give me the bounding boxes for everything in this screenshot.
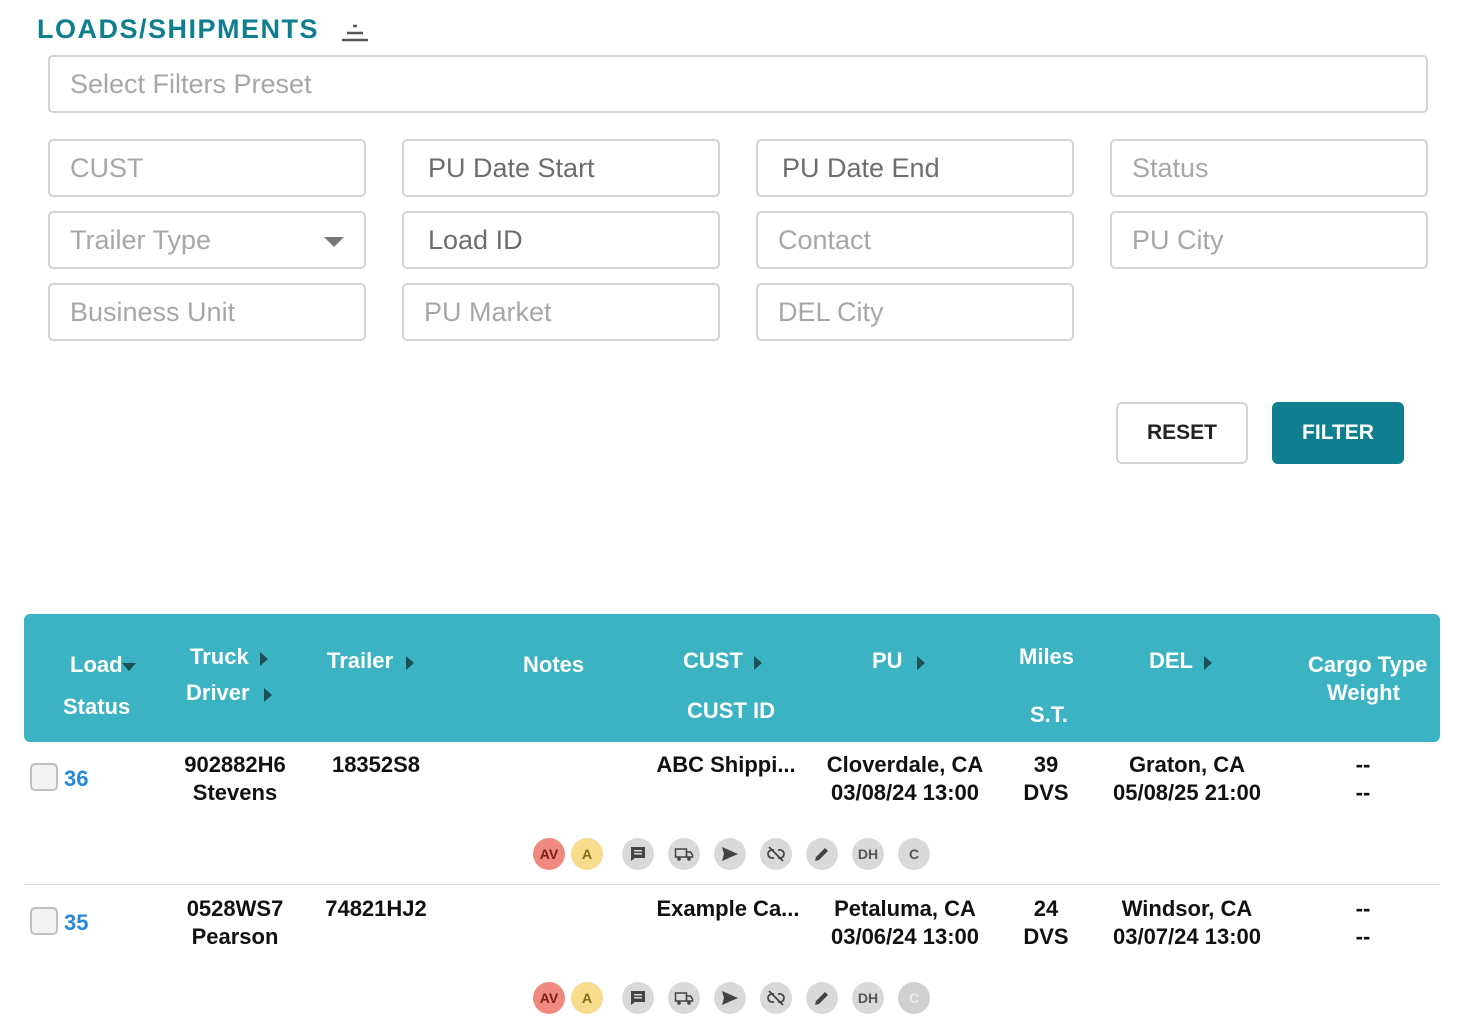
- av-badge[interactable]: AV: [533, 982, 565, 1014]
- header-notes: Notes: [523, 652, 585, 677]
- unlink-icon[interactable]: [760, 982, 792, 1014]
- load-id-link[interactable]: 36: [64, 766, 88, 792]
- pu-date-cell: 03/08/24 13:00: [830, 780, 980, 805]
- cust-filter-input[interactable]: CUST: [48, 139, 366, 197]
- header-truck[interactable]: Truck: [190, 644, 249, 670]
- header-cargo-type: Cargo Type: [1308, 652, 1428, 677]
- send-icon[interactable]: [714, 982, 746, 1014]
- expand-right-icon[interactable]: [264, 688, 272, 702]
- collapse-lines-icon[interactable]: [340, 22, 370, 44]
- trailer-cell: 74821HJ2: [325, 896, 427, 921]
- filter-button[interactable]: FILTER: [1272, 402, 1404, 464]
- pu-date-start-placeholder: PU Date Start: [428, 152, 595, 183]
- a-badge[interactable]: A: [571, 982, 603, 1014]
- pu-date-end-placeholder: PU Date End: [782, 152, 940, 183]
- business-unit-input[interactable]: Business Unit: [48, 283, 366, 341]
- pu-market-placeholder: PU Market: [424, 296, 552, 327]
- cust-cell: Example Ca...: [656, 896, 800, 921]
- business-unit-placeholder: Business Unit: [70, 296, 236, 327]
- header-load[interactable]: Load: [70, 652, 123, 678]
- pu-city-input[interactable]: PU City: [1110, 211, 1428, 269]
- header-driver[interactable]: Driver: [186, 680, 250, 706]
- pu-market-input[interactable]: PU Market: [402, 283, 720, 341]
- filter-preset-select[interactable]: Select Filters Preset: [48, 55, 1428, 113]
- status-filter-select[interactable]: Status: [1110, 139, 1428, 197]
- c-badge[interactable]: C: [898, 982, 930, 1014]
- header-cust-id: CUST ID: [687, 698, 775, 723]
- trailer-type-select[interactable]: Trailer Type: [48, 211, 366, 269]
- page-title: LOADS/SHIPMENTS: [37, 14, 320, 44]
- load-id-input[interactable]: Load ID: [402, 211, 720, 269]
- cust-cell: ABC Shippi...: [656, 752, 796, 777]
- weight-cell: --: [1355, 780, 1371, 805]
- pu-city-cell: Petaluma, CA: [834, 896, 976, 921]
- dh-badge[interactable]: DH: [852, 982, 884, 1014]
- header-pu[interactable]: PU: [872, 648, 903, 674]
- truck-icon[interactable]: [668, 982, 700, 1014]
- load-id-placeholder: Load ID: [428, 224, 523, 255]
- unlink-icon[interactable]: [760, 838, 792, 870]
- driver-cell: Pearson: [191, 924, 279, 949]
- st-cell: DVS: [1023, 780, 1069, 805]
- trailer-type-placeholder: Trailer Type: [70, 224, 212, 255]
- contact-filter-input[interactable]: Contact: [756, 211, 1074, 269]
- truck-cell: 902882H6: [184, 752, 286, 777]
- del-city-input[interactable]: DEL City: [756, 283, 1074, 341]
- header-del[interactable]: DEL: [1149, 648, 1193, 674]
- av-badge[interactable]: AV: [533, 838, 565, 870]
- header-weight: Weight: [1327, 680, 1400, 705]
- expand-right-icon[interactable]: [260, 652, 268, 666]
- c-badge[interactable]: C: [898, 838, 930, 870]
- header-miles: Miles: [1019, 644, 1075, 669]
- cust-filter-placeholder: CUST: [70, 152, 144, 183]
- header-status: Status: [63, 694, 131, 719]
- expand-right-icon[interactable]: [1204, 656, 1212, 670]
- header-trailer[interactable]: Trailer: [327, 648, 393, 674]
- expand-right-icon[interactable]: [917, 656, 925, 670]
- cargo-type-cell: --: [1355, 752, 1371, 777]
- pu-city-placeholder: PU City: [1132, 224, 1224, 255]
- header-st: S.T.: [1030, 702, 1068, 727]
- driver-cell: Stevens: [192, 780, 278, 805]
- a-badge[interactable]: A: [571, 838, 603, 870]
- sort-down-icon[interactable]: [122, 663, 136, 671]
- reset-button[interactable]: RESET: [1116, 402, 1248, 464]
- trailer-cell: 18352S8: [331, 752, 421, 777]
- truck-cell: 0528WS7: [186, 896, 284, 921]
- row-divider: [24, 884, 1440, 885]
- header-cust[interactable]: CUST: [683, 648, 743, 674]
- load-id-link[interactable]: 35: [64, 910, 88, 936]
- pu-date-start-input[interactable]: PU Date Start: [402, 139, 720, 197]
- message-icon[interactable]: [622, 838, 654, 870]
- table-header: Load Status Truck Driver Trailer Notes C…: [24, 614, 1440, 742]
- miles-cell: 24: [1033, 896, 1059, 921]
- contact-filter-placeholder: Contact: [778, 224, 872, 255]
- del-date-cell: 03/07/24 13:00: [1112, 924, 1262, 949]
- miles-cell: 39: [1033, 752, 1059, 777]
- del-city-placeholder: DEL City: [778, 296, 884, 327]
- pu-date-end-input[interactable]: PU Date End: [756, 139, 1074, 197]
- pu-city-cell: Cloverdale, CA: [826, 752, 984, 777]
- message-icon[interactable]: [622, 982, 654, 1014]
- status-filter-placeholder: Status: [1132, 152, 1209, 183]
- expand-right-icon[interactable]: [754, 656, 762, 670]
- weight-cell: --: [1355, 924, 1371, 949]
- expand-right-icon[interactable]: [406, 656, 414, 670]
- st-cell: DVS: [1023, 924, 1069, 949]
- row-checkbox[interactable]: [30, 763, 58, 791]
- cargo-type-cell: --: [1355, 896, 1371, 921]
- row-checkbox[interactable]: [30, 907, 58, 935]
- truck-icon[interactable]: [668, 838, 700, 870]
- del-city-cell: Graton, CA: [1128, 752, 1246, 777]
- send-icon[interactable]: [714, 838, 746, 870]
- del-city-cell: Windsor, CA: [1121, 896, 1253, 921]
- filter-preset-placeholder: Select Filters Preset: [70, 68, 312, 99]
- edit-pencil-icon[interactable]: [806, 838, 838, 870]
- edit-pencil-icon[interactable]: [806, 982, 838, 1014]
- dh-badge[interactable]: DH: [852, 838, 884, 870]
- chevron-down-icon: [324, 237, 344, 247]
- pu-date-cell: 03/06/24 13:00: [830, 924, 980, 949]
- del-date-cell: 05/08/25 21:00: [1112, 780, 1262, 805]
